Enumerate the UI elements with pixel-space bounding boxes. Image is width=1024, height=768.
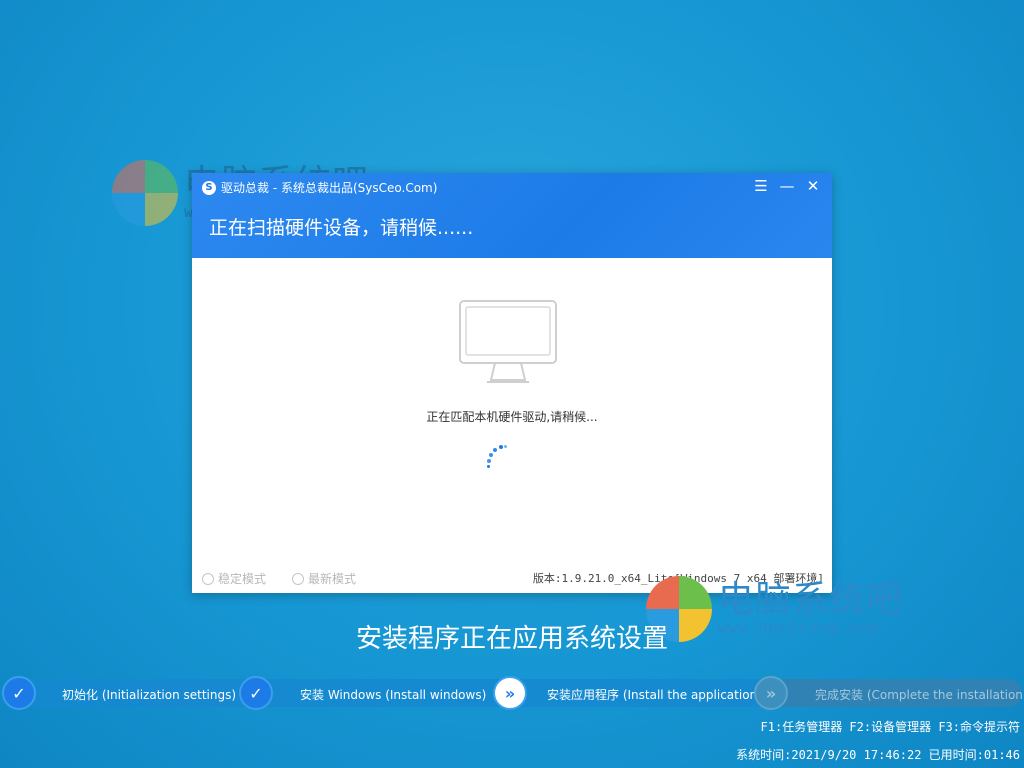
menu-icon[interactable]: ☰ — [748, 176, 774, 196]
scan-status-text: 正在匹配本机硬件驱动,请稍候... — [426, 410, 598, 424]
step-1-check-icon: ✓ — [2, 676, 36, 710]
step-3-forward-icon: » — [493, 676, 527, 710]
stable-mode-radio[interactable]: 稳定模式 — [202, 570, 266, 587]
version-text: 版本:1.9.21.0_x64_Lite[Windows 7 x64 部署环境] — [532, 572, 824, 585]
latest-mode-label: 最新模式 — [308, 572, 357, 586]
setup-status-text: 安装程序正在应用系统设置 — [355, 624, 668, 654]
monitor-icon — [459, 300, 557, 383]
install-steps: ✓ 初始化 (Initialization settings) ✓ 安装 Win… — [0, 676, 1024, 710]
step-4-label: 完成安装 (Complete the installation) — [815, 688, 1024, 702]
scan-heading: 正在扫描硬件设备，请稍候...... — [209, 217, 474, 239]
title-bar[interactable]: S 驱动总裁 - 系统总裁出品(SysCeo.Com) — [202, 179, 437, 196]
step-2-label: 安装 Windows (Install windows) — [300, 688, 487, 702]
step-2-check-icon: ✓ — [239, 676, 273, 710]
window-header: S 驱动总裁 - 系统总裁出品(SysCeo.Com) ☰ — ✕ 正在扫描硬件… — [192, 173, 832, 258]
brand-logo-icon — [112, 160, 178, 226]
window-title: 驱动总裁 - 系统总裁出品(SysCeo.Com) — [221, 181, 438, 195]
latest-mode-radio[interactable]: 最新模式 — [292, 570, 356, 587]
close-icon[interactable]: ✕ — [800, 176, 826, 196]
radio-circle-icon — [202, 572, 214, 585]
step-3-label: 安装应用程序 (Install the application) — [547, 688, 762, 702]
stable-mode-label: 稳定模式 — [218, 572, 267, 586]
step-1-label: 初始化 (Initialization settings) — [62, 688, 237, 702]
system-time: 系统时间:2021/9/20 17:46:22 已用时间:01:46 — [736, 748, 1020, 762]
driver-window: S 驱动总裁 - 系统总裁出品(SysCeo.Com) ☰ — ✕ 正在扫描硬件… — [192, 173, 832, 593]
loading-spinner-icon — [485, 443, 515, 473]
shortcut-hints: F1:任务管理器 F2:设备管理器 F3:命令提示符 — [760, 720, 1020, 734]
app-logo-icon: S — [202, 180, 216, 195]
minimize-icon[interactable]: — — [774, 176, 800, 196]
step-4-forward-icon: » — [754, 676, 788, 710]
radio-circle-icon — [292, 572, 305, 585]
